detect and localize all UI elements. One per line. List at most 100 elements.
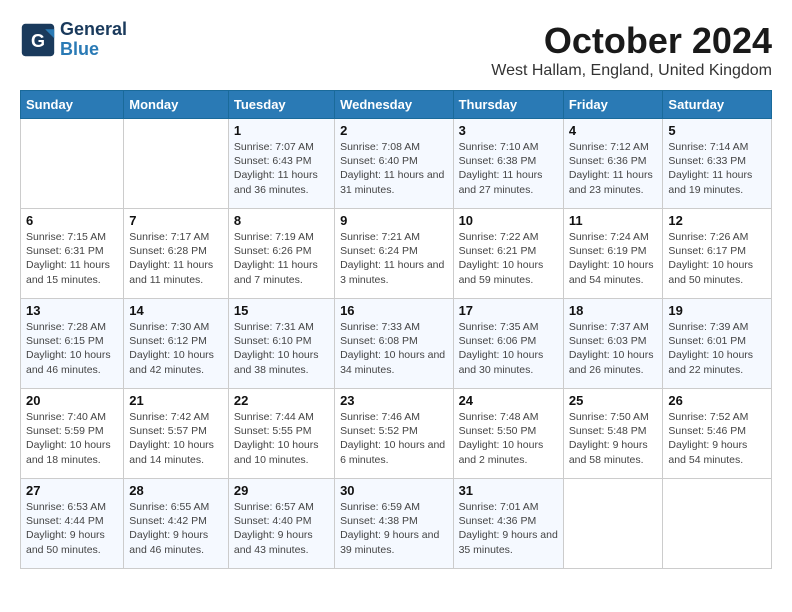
calendar-day-cell: 1 Sunrise: 7:07 AM Sunset: 6:43 PM Daylig… [228,119,334,209]
calendar-day-cell: 29Sunrise: 6:57 AM Sunset: 4:40 PM Dayli… [228,479,334,569]
day-number: 25 [569,393,658,408]
day-info: Sunrise: 7:37 AM Sunset: 6:03 PM Dayligh… [569,320,658,377]
day-number: 22 [234,393,329,408]
calendar-day-cell: 18Sunrise: 7:37 AM Sunset: 6:03 PM Dayli… [563,299,663,389]
header-day: Saturday [663,91,772,119]
header-day: Wednesday [335,91,453,119]
day-info: Sunrise: 7:10 AM Sunset: 6:38 PM Dayligh… [459,140,558,197]
day-info: Sunrise: 7:46 AM Sunset: 5:52 PM Dayligh… [340,410,447,467]
header-day: Sunday [21,91,124,119]
day-info: Sunrise: 7:15 AM Sunset: 6:31 PM Dayligh… [26,230,118,287]
calendar-week-row: 13Sunrise: 7:28 AM Sunset: 6:15 PM Dayli… [21,299,772,389]
calendar-week-row: 20 Sunrise: 7:40 AM Sunset: 5:59 PM Dayli… [21,389,772,479]
day-info: Sunrise: 7:40 AM Sunset: 5:59 PM Dayligh… [26,410,118,467]
calendar-table: SundayMondayTuesdayWednesdayThursdayFrid… [20,90,772,569]
day-number: 31 [459,483,558,498]
day-info: Sunrise: 7:08 AM Sunset: 6:40 PM Dayligh… [340,140,447,197]
day-number: 17 [459,303,558,318]
month-title: October 2024 [491,20,772,62]
day-number: 5 [668,123,766,138]
calendar-day-cell: 10 Sunrise: 7:22 AM Sunset: 6:21 PM Dayli… [453,209,563,299]
day-info: Sunrise: 7:48 AM Sunset: 5:50 PM Dayligh… [459,410,558,467]
day-number: 29 [234,483,329,498]
day-number: 23 [340,393,447,408]
day-info: Sunrise: 7:30 AM Sunset: 6:12 PM Dayligh… [129,320,223,377]
calendar-day-cell: 17Sunrise: 7:35 AM Sunset: 6:06 PM Dayli… [453,299,563,389]
day-number: 15 [234,303,329,318]
calendar-day-cell: 30 Sunrise: 6:59 AM Sunset: 4:38 PM Dayli… [335,479,453,569]
day-info: Sunrise: 7:07 AM Sunset: 6:43 PM Dayligh… [234,140,329,197]
day-number: 21 [129,393,223,408]
calendar-day-cell: 19Sunrise: 7:39 AM Sunset: 6:01 PM Dayli… [663,299,772,389]
day-info: Sunrise: 7:44 AM Sunset: 5:55 PM Dayligh… [234,410,329,467]
calendar-week-row: 6 Sunrise: 7:15 AM Sunset: 6:31 PM Daylig… [21,209,772,299]
calendar-header: SundayMondayTuesdayWednesdayThursdayFrid… [21,91,772,119]
day-number: 3 [459,123,558,138]
svg-text:G: G [31,31,45,51]
calendar-day-cell: 7 Sunrise: 7:17 AM Sunset: 6:28 PM Daylig… [124,209,229,299]
day-number: 26 [668,393,766,408]
calendar-day-cell: 9 Sunrise: 7:21 AM Sunset: 6:24 PM Daylig… [335,209,453,299]
day-number: 13 [26,303,118,318]
day-number: 12 [668,213,766,228]
day-info: Sunrise: 6:59 AM Sunset: 4:38 PM Dayligh… [340,500,447,557]
logo-text-blue: Blue [60,40,127,60]
day-info: Sunrise: 7:12 AM Sunset: 6:36 PM Dayligh… [569,140,658,197]
day-number: 2 [340,123,447,138]
day-info: Sunrise: 7:17 AM Sunset: 6:28 PM Dayligh… [129,230,223,287]
calendar-week-row: 27 Sunrise: 6:53 AM Sunset: 4:44 PM Dayli… [21,479,772,569]
header-row: SundayMondayTuesdayWednesdayThursdayFrid… [21,91,772,119]
calendar-day-cell: 22 Sunrise: 7:44 AM Sunset: 5:55 PM Dayli… [228,389,334,479]
day-number: 27 [26,483,118,498]
day-info: Sunrise: 7:14 AM Sunset: 6:33 PM Dayligh… [668,140,766,197]
calendar-day-cell: 16 Sunrise: 7:33 AM Sunset: 6:08 PM Dayli… [335,299,453,389]
calendar-day-cell [663,479,772,569]
calendar-day-cell: 13Sunrise: 7:28 AM Sunset: 6:15 PM Dayli… [21,299,124,389]
day-info: Sunrise: 6:53 AM Sunset: 4:44 PM Dayligh… [26,500,118,557]
day-number: 16 [340,303,447,318]
day-info: Sunrise: 7:01 AM Sunset: 4:36 PM Dayligh… [459,500,558,557]
page-header: G General Blue October 2024 West Hallam,… [20,20,772,80]
day-number: 14 [129,303,223,318]
calendar-day-cell: 21Sunrise: 7:42 AM Sunset: 5:57 PM Dayli… [124,389,229,479]
day-info: Sunrise: 7:22 AM Sunset: 6:21 PM Dayligh… [459,230,558,287]
day-number: 8 [234,213,329,228]
location: West Hallam, England, United Kingdom [491,62,772,80]
calendar-day-cell: 23 Sunrise: 7:46 AM Sunset: 5:52 PM Dayli… [335,389,453,479]
header-day: Monday [124,91,229,119]
day-number: 28 [129,483,223,498]
calendar-body: 1 Sunrise: 7:07 AM Sunset: 6:43 PM Daylig… [21,119,772,569]
day-number: 6 [26,213,118,228]
calendar-day-cell [21,119,124,209]
calendar-day-cell: 24 Sunrise: 7:48 AM Sunset: 5:50 PM Dayli… [453,389,563,479]
calendar-day-cell: 15 Sunrise: 7:31 AM Sunset: 6:10 PM Dayli… [228,299,334,389]
calendar-day-cell: 14 Sunrise: 7:30 AM Sunset: 6:12 PM Dayli… [124,299,229,389]
day-number: 30 [340,483,447,498]
calendar-day-cell: 4 Sunrise: 7:12 AM Sunset: 6:36 PM Daylig… [563,119,663,209]
day-number: 10 [459,213,558,228]
header-day: Friday [563,91,663,119]
calendar-day-cell: 3 Sunrise: 7:10 AM Sunset: 6:38 PM Daylig… [453,119,563,209]
calendar-day-cell: 8Sunrise: 7:19 AM Sunset: 6:26 PM Daylig… [228,209,334,299]
calendar-day-cell: 11Sunrise: 7:24 AM Sunset: 6:19 PM Dayli… [563,209,663,299]
day-number: 24 [459,393,558,408]
calendar-day-cell [563,479,663,569]
day-number: 20 [26,393,118,408]
day-number: 7 [129,213,223,228]
calendar-day-cell: 2 Sunrise: 7:08 AM Sunset: 6:40 PM Daylig… [335,119,453,209]
day-info: Sunrise: 7:50 AM Sunset: 5:48 PM Dayligh… [569,410,658,467]
header-day: Tuesday [228,91,334,119]
day-info: Sunrise: 7:33 AM Sunset: 6:08 PM Dayligh… [340,320,447,377]
calendar-day-cell: 25 Sunrise: 7:50 AM Sunset: 5:48 PM Dayli… [563,389,663,479]
day-info: Sunrise: 7:21 AM Sunset: 6:24 PM Dayligh… [340,230,447,287]
calendar-week-row: 1 Sunrise: 7:07 AM Sunset: 6:43 PM Daylig… [21,119,772,209]
day-info: Sunrise: 7:26 AM Sunset: 6:17 PM Dayligh… [668,230,766,287]
day-info: Sunrise: 6:55 AM Sunset: 4:42 PM Dayligh… [129,500,223,557]
day-number: 4 [569,123,658,138]
day-number: 9 [340,213,447,228]
day-number: 1 [234,123,329,138]
day-info: Sunrise: 7:24 AM Sunset: 6:19 PM Dayligh… [569,230,658,287]
logo-text-general: General [60,20,127,40]
day-info: Sunrise: 7:31 AM Sunset: 6:10 PM Dayligh… [234,320,329,377]
logo: G General Blue [20,20,127,60]
